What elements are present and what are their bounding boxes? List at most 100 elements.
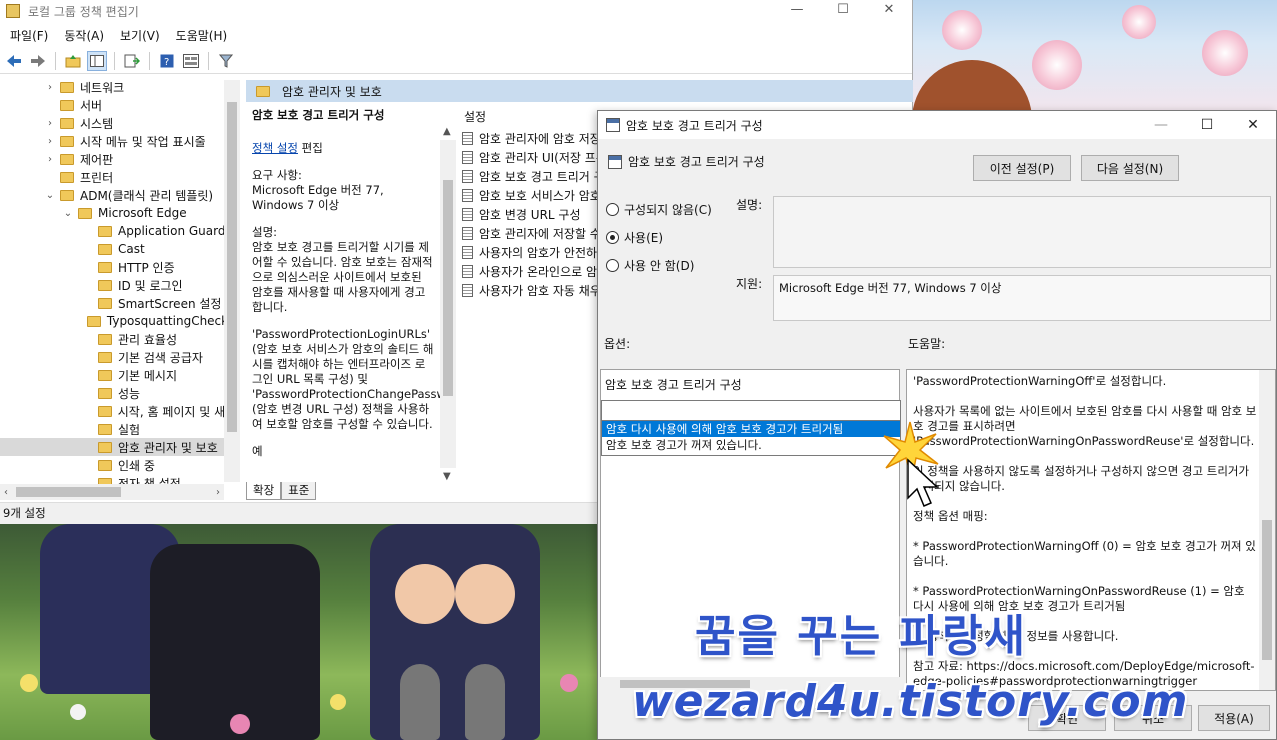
- menu-view[interactable]: 보기(V): [112, 27, 168, 44]
- setting-label: 사용자가 온라인으로 암호: [479, 265, 606, 279]
- tree-item[interactable]: › 시작 메뉴 및 작업 표시줄: [0, 132, 240, 150]
- desktop-wallpaper-top: [912, 0, 1277, 110]
- tree-item[interactable]: 시작, 홈 페이지 및 새 탭: [0, 402, 240, 420]
- radio-enabled[interactable]: 사용(E): [606, 229, 663, 246]
- help-scrollbar[interactable]: [1259, 370, 1275, 690]
- policy-setting-icon: [462, 170, 473, 183]
- tree-item[interactable]: 성능: [0, 384, 240, 402]
- scroll-left-icon[interactable]: ‹: [4, 487, 8, 498]
- expand-chevron-icon[interactable]: ›: [44, 118, 56, 129]
- tree-item[interactable]: 인쇄 중: [0, 456, 240, 474]
- close-button[interactable]: ✕: [866, 0, 912, 22]
- radio-not-configured[interactable]: 구성되지 않음(C): [606, 201, 712, 218]
- menu-help[interactable]: 도움말(H): [168, 27, 236, 44]
- radio-button[interactable]: [606, 231, 619, 244]
- back-arrow-icon[interactable]: [4, 51, 24, 71]
- folder-icon: [78, 207, 92, 219]
- scroll-thumb[interactable]: [1262, 520, 1272, 660]
- dialog-maximize-button[interactable]: ☐: [1184, 111, 1230, 133]
- setting-row[interactable]: 사용자가 암호 자동 채우기: [456, 281, 606, 300]
- tree-item[interactable]: › 시스템: [0, 114, 240, 132]
- radio-button[interactable]: [606, 203, 619, 216]
- menu-action[interactable]: 동작(A): [56, 27, 112, 44]
- setting-row[interactable]: 암호 관리자 UI(저장 프롬프트): [456, 148, 606, 167]
- tree-item[interactable]: ⌄ ADM(클래식 관리 템플릿): [0, 186, 240, 204]
- description-pane: 암호 보호 경고 트리거 구성 정책 설정 편집 요구 사항: Microsof…: [246, 102, 440, 482]
- expand-chevron-icon[interactable]: ›: [44, 136, 56, 147]
- scroll-thumb[interactable]: [16, 487, 121, 497]
- radio-disabled[interactable]: 사용 안 함(D): [606, 257, 694, 274]
- dropdown-option-off[interactable]: 암호 보호 경고가 꺼져 있습니다.: [602, 437, 900, 453]
- forward-arrow-icon[interactable]: [28, 51, 48, 71]
- tree-item[interactable]: 암호 관리자 및 보호: [0, 438, 240, 456]
- tree-item[interactable]: 서버: [0, 96, 240, 114]
- help-icon[interactable]: ?: [157, 51, 177, 71]
- watermark-title: 꿈을 꾸는 파랑새: [695, 611, 1027, 662]
- tree-item[interactable]: 프린터: [0, 168, 240, 186]
- setting-row[interactable]: 사용자가 온라인으로 암호: [456, 262, 606, 281]
- setting-row[interactable]: 암호 변경 URL 구성: [456, 205, 606, 224]
- scroll-thumb[interactable]: [443, 180, 453, 396]
- scroll-up-icon[interactable]: ▲: [443, 126, 451, 137]
- menu-bar: 파일(F) 동작(A) 보기(V) 도움말(H): [0, 22, 912, 48]
- tree-item[interactable]: 관리 효율성: [0, 330, 240, 348]
- tree-item[interactable]: › 제어판: [0, 150, 240, 168]
- setting-row[interactable]: 암호 관리자에 암호 저장 사용: [456, 129, 606, 148]
- scroll-thumb[interactable]: [227, 102, 237, 432]
- menu-file[interactable]: 파일(F): [2, 27, 56, 44]
- tree-item[interactable]: 전자 책 설정: [0, 474, 240, 484]
- dialog-title-bar: 암호 보호 경고 트리거 구성 — ☐ ✕: [598, 111, 1276, 139]
- folder-up-icon[interactable]: [63, 51, 83, 71]
- tree-item[interactable]: ID 및 로그인: [0, 276, 240, 294]
- comment-field[interactable]: [773, 196, 1271, 268]
- export-list-icon[interactable]: [122, 51, 142, 71]
- description-text: 암호 보호 경고를 트리거할 시기를 제어할 수 있습니다. 암호 보호는 잠재…: [252, 240, 433, 314]
- dropdown-current-value[interactable]: [602, 401, 900, 421]
- policy-setting-link[interactable]: 정책 설정: [252, 141, 298, 155]
- tree-item[interactable]: TyposquattingChecker: [0, 312, 240, 330]
- expand-chevron-icon[interactable]: ⌄: [44, 190, 56, 201]
- scroll-right-icon[interactable]: ›: [216, 487, 220, 498]
- expand-chevron-icon[interactable]: ›: [44, 154, 56, 165]
- description: 설명: 암호 보호 경고를 트리거할 시기를 제어할 수 있습니다. 암호 보호…: [252, 225, 434, 315]
- setting-row[interactable]: 암호 보호 경고 트리거 구성: [456, 167, 606, 186]
- setting-row[interactable]: 암호 보호 서비스가 암호를: [456, 186, 606, 205]
- next-setting-button[interactable]: 다음 설정(N): [1081, 155, 1179, 181]
- window-title: 로컬 그룹 정책 편집기: [28, 4, 139, 19]
- tab-standard[interactable]: 표준: [281, 482, 317, 500]
- tree-item-label: 기본 메시지: [118, 368, 178, 383]
- radio-button[interactable]: [606, 259, 619, 272]
- tree-item[interactable]: HTTP 인증: [0, 258, 240, 276]
- tree-item[interactable]: ⌄ Microsoft Edge: [0, 204, 240, 222]
- expand-chevron-icon[interactable]: ›: [44, 82, 56, 93]
- tree-item[interactable]: SmartScreen 설정: [0, 294, 240, 312]
- dialog-minimize-button[interactable]: —: [1138, 111, 1184, 133]
- tree-item[interactable]: 기본 검색 공급자: [0, 348, 240, 366]
- tree-item[interactable]: 기본 메시지: [0, 366, 240, 384]
- tree-item-label: 네트워크: [80, 80, 125, 95]
- properties-icon[interactable]: [181, 51, 201, 71]
- apply-button[interactable]: 적용(A): [1198, 705, 1270, 731]
- tree-item[interactable]: 실험: [0, 420, 240, 438]
- tree-item[interactable]: Cast: [0, 240, 240, 258]
- tab-extended[interactable]: 확장: [246, 482, 282, 500]
- maximize-button[interactable]: ☐: [820, 0, 866, 22]
- settings-column-header[interactable]: 설정: [456, 104, 606, 129]
- tree-horizontal-scrollbar[interactable]: ‹ ›: [0, 484, 224, 500]
- setting-row[interactable]: 암호 관리자에 저장할 수: [456, 224, 606, 243]
- setting-row[interactable]: 사용자의 암호가 안전하지: [456, 243, 606, 262]
- show-hide-tree-icon[interactable]: [87, 50, 107, 71]
- tree-item[interactable]: Application Guard: [0, 222, 240, 240]
- folder-icon: [60, 189, 74, 201]
- trigger-dropdown-list[interactable]: 암호 다시 사용에 의해 암호 보호 경고가 트리거됨 암호 보호 경고가 꺼져…: [601, 400, 901, 456]
- dialog-close-button[interactable]: ✕: [1230, 111, 1276, 133]
- description-scrollbar[interactable]: ▲ ▼: [440, 126, 456, 482]
- expand-chevron-icon[interactable]: ⌄: [62, 208, 74, 219]
- previous-setting-button[interactable]: 이전 설정(P): [973, 155, 1071, 181]
- tree-item[interactable]: › 네트워크: [0, 78, 240, 96]
- scroll-down-icon[interactable]: ▼: [443, 471, 451, 482]
- minimize-button[interactable]: —: [774, 0, 820, 22]
- filter-icon[interactable]: [216, 51, 236, 71]
- dropdown-option-reuse[interactable]: 암호 다시 사용에 의해 암호 보호 경고가 트리거됨: [602, 421, 900, 437]
- tree-vertical-scrollbar[interactable]: [224, 80, 240, 482]
